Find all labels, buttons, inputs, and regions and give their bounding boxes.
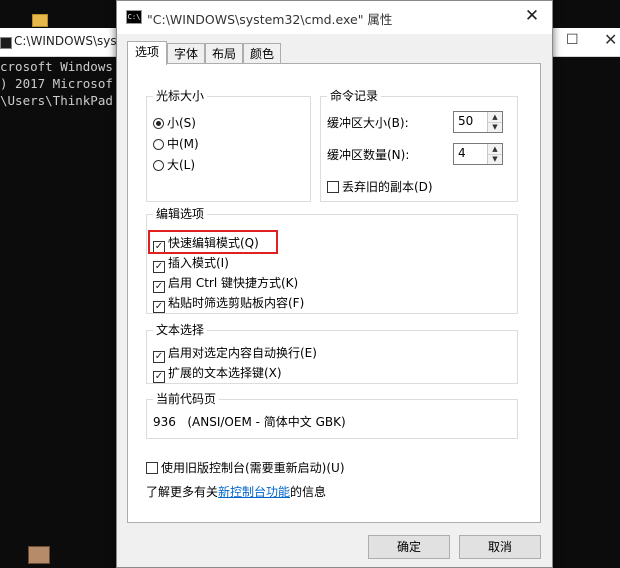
buffer-size-stepper[interactable]: 50 ▲ ▼ <box>453 111 503 133</box>
radio-small[interactable]: 小(S) <box>153 115 196 131</box>
console-line: \Users\ThinkPad <box>0 93 113 108</box>
options-panel: 光标大小 小(S) 中(M) 大(L) 命令记录 缓冲区大小(B): 50 ▲ … <box>127 63 541 523</box>
console-icon <box>0 37 12 49</box>
tab-options[interactable]: 选项 <box>127 41 167 65</box>
code-page-value: 936 (ANSI/OEM - 简体中文 GBK) <box>153 415 346 429</box>
line-wrap-checkbox[interactable]: ✓ 启用对选定内容自动换行(E) <box>153 345 317 363</box>
ctrl-shortcuts-checkbox[interactable]: ✓ 启用 Ctrl 键快捷方式(K) <box>153 275 299 293</box>
checkbox-label: 扩展的文本选择键(X) <box>168 366 282 380</box>
checkbox-icon: ✓ <box>153 301 165 313</box>
quick-edit-highlight <box>148 230 278 254</box>
radio-large[interactable]: 大(L) <box>153 157 195 173</box>
buffer-size-value[interactable]: 50 <box>458 114 473 128</box>
radio-medium[interactable]: 中(M) <box>153 136 199 152</box>
console-line: ) 2017 Microsof <box>0 76 113 91</box>
close-icon[interactable]: ✕ <box>604 30 617 49</box>
buffer-count-value[interactable]: 4 <box>458 146 466 160</box>
new-console-features-link[interactable]: 新控制台功能 <box>218 485 290 499</box>
extended-keys-checkbox[interactable]: ✓ 扩展的文本选择键(X) <box>153 365 282 383</box>
radio-icon <box>153 139 164 150</box>
cursor-size-group: 光标大小 小(S) 中(M) 大(L) <box>146 89 311 202</box>
console-title: C:\WINDOWS\syst <box>14 34 122 48</box>
cmd-icon: C:\ <box>126 10 142 24</box>
spin-buttons: ▲ ▼ <box>487 144 502 164</box>
checkbox-label: 启用对选定内容自动换行(E) <box>168 346 317 360</box>
learn-more-text: 了解更多有关新控制台功能的信息 <box>146 484 326 500</box>
group-title: 命令记录 <box>327 89 382 103</box>
learn-more-prefix: 了解更多有关 <box>146 485 219 499</box>
legacy-console-checkbox[interactable]: 使用旧版控制台(需要重新启动)(U) <box>146 460 345 476</box>
radio-label: 小(S) <box>167 116 196 130</box>
tab-layout[interactable]: 布局 <box>205 43 243 63</box>
taskbar-thumbnail-icon[interactable] <box>28 546 50 564</box>
group-title: 文本选择 <box>153 323 208 337</box>
checkbox-label: 粘贴时筛选剪贴板内容(F) <box>168 296 305 310</box>
dialog-title: "C:\WINDOWS\system32\cmd.exe" 属性 <box>147 12 393 27</box>
tab-colors[interactable]: 颜色 <box>243 43 281 63</box>
checkbox-label: 使用旧版控制台(需要重新启动)(U) <box>161 461 345 475</box>
console-line: crosoft Windows <box>0 59 113 74</box>
spin-down-icon[interactable]: ▼ <box>488 122 502 132</box>
learn-more-suffix: 的信息 <box>290 485 327 499</box>
radio-label: 大(L) <box>167 158 196 172</box>
checkbox-icon <box>327 181 339 193</box>
filter-paste-checkbox[interactable]: ✓ 粘贴时筛选剪贴板内容(F) <box>153 295 305 313</box>
checkbox-label: 插入模式(I) <box>168 256 229 270</box>
radio-icon <box>153 160 164 171</box>
tab-font[interactable]: 字体 <box>167 43 205 63</box>
properties-dialog: C:\ "C:\WINDOWS\system32\cmd.exe" 属性 ✕ 选… <box>116 0 553 568</box>
group-title: 编辑选项 <box>153 207 208 221</box>
console-output: crosoft Windows ) 2017 Microsof \Users\Thi… <box>0 58 113 109</box>
folder-icon <box>32 14 48 27</box>
buffer-size-label: 缓冲区大小(B): <box>327 116 409 130</box>
checkbox-icon <box>146 462 158 474</box>
checkbox-icon: ✓ <box>153 371 165 383</box>
command-history-group: 命令记录 缓冲区大小(B): 50 ▲ ▼ 缓冲区数量(N): 4 ▲ ▼ 丢弃… <box>320 89 518 202</box>
buffer-count-label: 缓冲区数量(N): <box>327 148 410 162</box>
edit-options-group: 编辑选项 ✓ 快速编辑模式(Q) ✓ 插入模式(I) ✓ 启用 Ctrl 键快捷方式(… <box>146 207 518 314</box>
code-page-group: 当前代码页 936 (ANSI/OEM - 简体中文 GBK) <box>146 392 518 439</box>
spin-down-icon[interactable]: ▼ <box>488 154 502 164</box>
buffer-count-stepper[interactable]: 4 ▲ ▼ <box>453 143 503 165</box>
cancel-button[interactable]: 取消 <box>459 535 541 559</box>
checkbox-icon: ✓ <box>153 351 165 363</box>
checkbox-label: 丢弃旧的副本(D) <box>342 180 433 194</box>
insert-mode-checkbox[interactable]: ✓ 插入模式(I) <box>153 255 229 273</box>
group-title: 光标大小 <box>153 89 208 103</box>
checkbox-label: 启用 Ctrl 键快捷方式(K) <box>168 276 299 290</box>
maximize-icon[interactable]: ☐ <box>566 32 579 48</box>
discard-old-checkbox[interactable]: 丢弃旧的副本(D) <box>327 179 433 195</box>
checkbox-icon: ✓ <box>153 281 165 293</box>
radio-label: 中(M) <box>167 137 199 151</box>
close-icon[interactable]: ✕ <box>519 5 545 27</box>
ok-button[interactable]: 确定 <box>368 535 450 559</box>
dialog-titlebar: C:\ "C:\WINDOWS\system32\cmd.exe" 属性 ✕ <box>117 1 552 34</box>
spin-buttons: ▲ ▼ <box>487 112 502 132</box>
text-selection-group: 文本选择 ✓ 启用对选定内容自动换行(E) ✓ 扩展的文本选择键(X) <box>146 323 518 384</box>
group-title: 当前代码页 <box>153 392 220 406</box>
checkbox-icon: ✓ <box>153 261 165 273</box>
radio-icon <box>153 118 164 129</box>
